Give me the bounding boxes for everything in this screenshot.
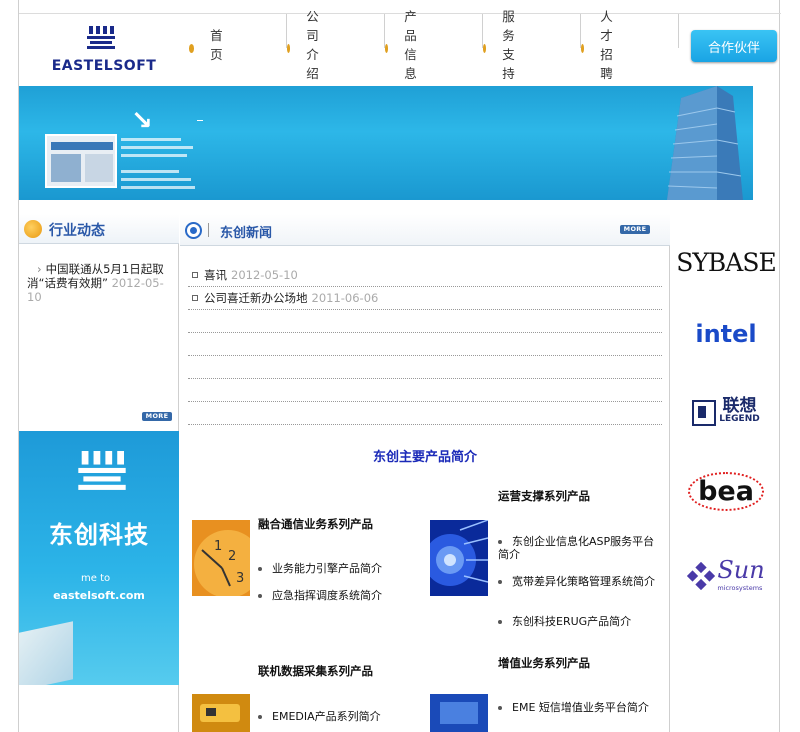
ad-welcome: me to (81, 573, 111, 584)
product-heading[interactable]: 联机数据采集系列产品 (258, 663, 373, 679)
paper-decoration (19, 621, 73, 685)
section-title: 东创新闻 (220, 226, 273, 241)
nav-label: 人才招聘 (600, 9, 613, 81)
news-title: 喜讯 (204, 268, 227, 282)
product-link[interactable]: EMEDIA产品系列简介 (258, 710, 418, 723)
nav-bullet-icon (287, 43, 291, 53)
product-link[interactable]: 宽带差异化策略管理系统简介 (498, 575, 658, 588)
intel-logo[interactable]: intel (671, 320, 781, 348)
industry-news-icon (24, 220, 42, 238)
arrow-right-icon: › (37, 262, 42, 276)
list-item-empty (188, 379, 662, 402)
eastelsoft-logo[interactable]: EASTELSOFT (49, 26, 159, 76)
ad-website: eastelsoft.com (53, 589, 145, 602)
list-item-empty (188, 402, 662, 425)
nav-products[interactable]: 产品信息 (385, 9, 423, 81)
product-link[interactable]: 东创企业信息化ASP服务平台简介 (498, 535, 658, 561)
bea-logo[interactable]: bea (671, 472, 781, 511)
nav-divider (678, 14, 679, 48)
list-item-empty (188, 333, 662, 356)
bullet-icon (498, 540, 502, 544)
svg-text:1: 1 (214, 539, 222, 554)
nav-label: 产品信息 (404, 9, 417, 81)
legend-mark-icon (692, 400, 717, 426)
logo-mark-icon (87, 26, 115, 49)
more-button[interactable]: MORE (142, 412, 172, 421)
industry-news-item[interactable]: › 中国联通从5月1日起取消“话费有效期” 2012-05-10 (27, 262, 173, 304)
square-bullet-icon (192, 295, 198, 301)
sybase-logo[interactable]: SYBASE (671, 248, 781, 277)
products-title: 东创主要产品简介 (372, 450, 477, 465)
banner-dash (197, 120, 203, 121)
product-link[interactable]: 东创科技ERUG产品简介 (498, 615, 658, 628)
left-column: 行业动态 › 中国联通从5月1日起取消“话费有效期” 2012-05-10 MOR… (19, 214, 179, 732)
nav-label: 首 页 (210, 28, 223, 62)
header-divider (208, 223, 209, 237)
nav-bullet-icon (581, 43, 585, 53)
bullet-icon (258, 567, 262, 571)
legend-logo[interactable]: 联想 LEGEND (671, 398, 781, 426)
page: EASTELSOFT 首 页 公司介绍 产品信息 服务支持 人才招聘 合作伙伴 … (18, 0, 781, 732)
target-icon (185, 222, 202, 239)
product-link[interactable]: EME 短信增值业务平台简介 (498, 701, 658, 714)
fiber-optic-image (430, 520, 488, 596)
nav-label: 公司介绍 (306, 9, 319, 81)
industry-news-header: 行业动态 (19, 214, 179, 244)
product-link[interactable]: 业务能力引擎产品简介 (258, 562, 418, 575)
network-image (430, 694, 488, 732)
news-title: 公司喜迁新办公场地 (204, 291, 308, 305)
logo-text: EASTELSOFT (51, 58, 157, 74)
product-heading[interactable]: 增值业务系列产品 (498, 655, 590, 671)
news-date: 2012-05-10 (231, 268, 298, 282)
bullet-icon (258, 594, 262, 598)
nav-careers[interactable]: 人才招聘 (581, 9, 619, 81)
list-item[interactable]: 喜讯 2012-05-10 (188, 264, 662, 287)
hero-banner: ↘ (19, 86, 753, 200)
bullet-icon (258, 715, 262, 719)
site-header: EASTELSOFT 首 页 公司介绍 产品信息 服务支持 人才招聘 合作伙伴 (19, 9, 781, 86)
svg-text:2: 2 (228, 549, 236, 564)
partners-column: SYBASE intel 联想 LEGEND bea Sun microsyst… (671, 214, 781, 732)
nav-bullet-icon (385, 43, 389, 53)
news-date: 2011-06-06 (311, 291, 379, 305)
keyboard-image (192, 694, 250, 732)
arrow-down-right-icon: ↘ (131, 106, 153, 136)
banner-caption-lines (121, 138, 201, 194)
svg-text:3: 3 (236, 571, 244, 586)
office-building-image (667, 86, 743, 200)
square-bullet-icon (192, 272, 198, 278)
nav-company[interactable]: 公司介绍 (287, 9, 325, 81)
ad-title: 东创科技 (49, 521, 149, 549)
clock-image: 1 2 3 (192, 520, 250, 596)
list-item-empty (188, 310, 662, 333)
company-ad[interactable]: 东创科技 me to eastelsoft.com (19, 431, 179, 685)
list-item-empty (188, 356, 662, 379)
nav-support[interactable]: 服务支持 (483, 9, 521, 81)
company-news-list: 喜讯 2012-05-10 公司喜迁新办公场地 2011-06-06 (188, 264, 662, 425)
bullet-icon (498, 706, 502, 710)
list-item[interactable]: 公司喜迁新办公场地 2011-06-06 (188, 287, 662, 310)
nav-home[interactable]: 首 页 (189, 14, 227, 74)
bullet-icon (498, 580, 502, 584)
more-button[interactable]: MORE (620, 225, 650, 234)
logo-mark-icon (78, 451, 126, 490)
website-thumbnail (45, 134, 117, 188)
middle-column: 东创新闻 MORE 喜讯 2012-05-10 公司喜迁新办公场地 2011-0… (180, 214, 670, 732)
product-link[interactable]: 应急指挥调度系统简介 (258, 589, 418, 602)
nav-bullet-icon (189, 43, 195, 53)
bullet-icon (498, 620, 502, 624)
nav-bullet-icon (483, 43, 487, 53)
sun-microsystems-logo[interactable]: Sun microsystems (671, 558, 781, 594)
company-news-header: 东创新闻 MORE (180, 214, 670, 246)
nav-partners-button[interactable]: 合作伙伴 (691, 30, 777, 62)
product-heading[interactable]: 运营支撑系列产品 (498, 488, 590, 504)
product-heading[interactable]: 融合通信业务系列产品 (258, 516, 373, 532)
section-title: 行业动态 (49, 223, 105, 239)
nav-label: 服务支持 (502, 9, 515, 81)
sun-mark-icon (687, 562, 716, 590)
